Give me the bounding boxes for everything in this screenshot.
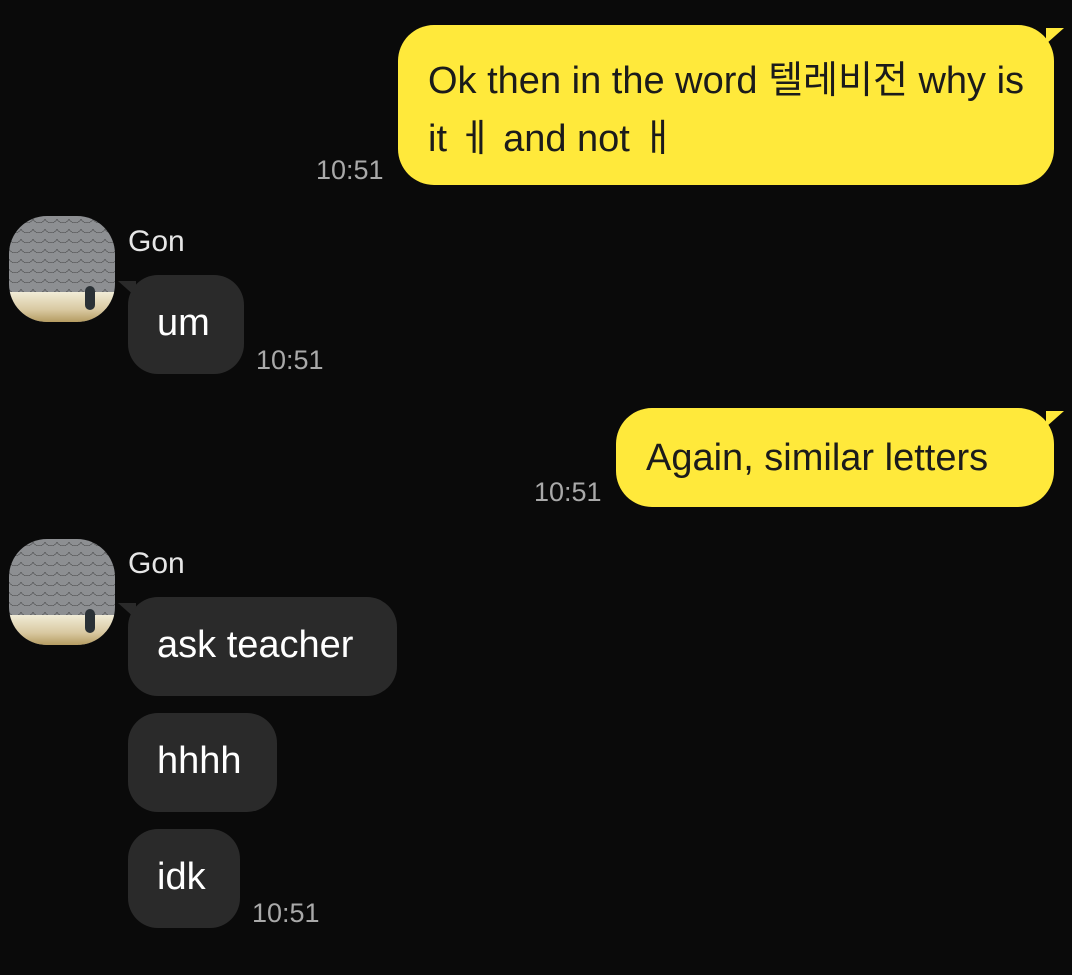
chat-view: 10:51 Ok then in the word 텔레비전 why is it…	[0, 0, 1072, 975]
received-message-bubble[interactable]: idk	[128, 829, 240, 928]
message-text: Again, similar letters	[646, 437, 989, 479]
sender-avatar[interactable]	[9, 539, 115, 645]
received-message-bubble[interactable]: hhhh	[128, 713, 277, 812]
message-text: idk	[157, 856, 206, 898]
sent-message-bubble[interactable]: Again, similar letters	[616, 408, 1054, 507]
sent-message-bubble[interactable]: Ok then in the word 텔레비전 why is it ㅔ and…	[398, 25, 1054, 185]
message-timestamp: 10:51	[252, 898, 320, 928]
received-message-bubble[interactable]: um	[128, 275, 244, 374]
message-timestamp: 10:51	[256, 345, 324, 375]
avatar-photo-figure	[85, 286, 95, 310]
message-text: hhhh	[157, 740, 242, 782]
message-timestamp: 10:51	[316, 155, 384, 185]
message-text: Ok then in the word 텔레비전 why is it ㅔ and…	[428, 60, 1025, 160]
avatar-photo-figure	[85, 609, 95, 633]
message-text: um	[157, 302, 210, 344]
bubble-tail	[1046, 411, 1064, 427]
received-message-bubble[interactable]: ask teacher	[128, 597, 397, 696]
message-text: ask teacher	[157, 624, 354, 666]
message-timestamp: 10:51	[534, 477, 602, 507]
bubble-tail	[1046, 28, 1064, 44]
sender-name: Gon	[128, 547, 185, 580]
avatar-photo-sand	[9, 615, 115, 645]
avatar-photo-sand	[9, 292, 115, 322]
sender-avatar[interactable]	[9, 216, 115, 322]
sender-name: Gon	[128, 225, 185, 258]
